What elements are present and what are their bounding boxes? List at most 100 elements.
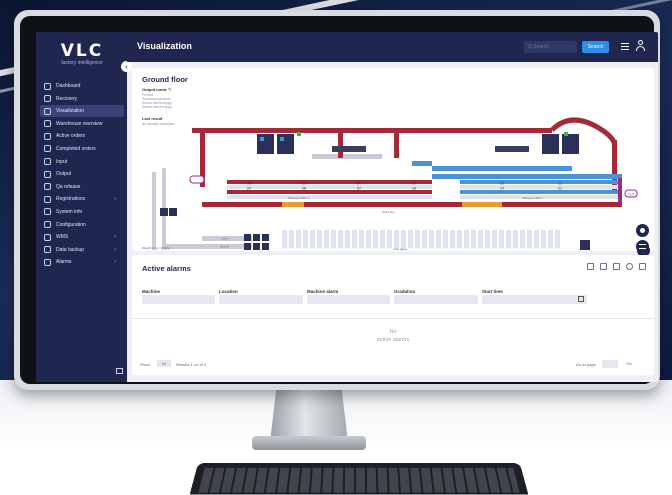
exit-gate [394,230,399,248]
conveyor-segment [312,154,382,159]
topbar: Visualization Search [127,32,658,62]
filter-location[interactable] [219,295,303,304]
alarms-title: Active alarms [142,264,191,273]
storage-slot [227,190,432,194]
list-icon[interactable] [613,263,620,270]
exit-gate [345,230,350,248]
page-size-select[interactable]: 10 [157,360,171,367]
sidebar-item-wms[interactable]: WMS › [40,231,124,243]
sidebar-item-visualization[interactable]: Visualization [40,105,124,118]
grid-icon [44,82,51,90]
exit-gate [534,230,539,248]
svg-text:Storage buffer 2: Storage buffer 2 [288,196,310,200]
col-machine: Machine [142,289,161,294]
sidebar-item-registrations[interactable]: Registrations › [40,193,124,205]
alarm-icon [44,258,51,266]
exit-gate [352,230,357,248]
alarm-toolbar [587,263,646,270]
empty-state: active alarms [376,337,410,343]
sidebar-item-completed-orders[interactable]: Completed orders [40,143,124,155]
logo-subtitle: factory intelligence [61,60,103,66]
exit-gates [282,230,560,248]
conveyor-blue [432,174,622,179]
floor-panel: Ground floor Output mode ✎ Product Provi… [132,68,654,257]
machine-2 [277,134,294,154]
logo-text: VLC [60,41,104,61]
output-icon [44,170,51,178]
conveyor-vertical [338,132,343,158]
sidebar-collapse-button[interactable]: ‹ [121,61,132,72]
conveyor-curve [550,117,617,149]
menu-icon[interactable] [621,43,629,50]
sidebar-item-label: Qa release [56,183,81,190]
page-title: Visualization [137,41,192,51]
filter-machine-alarm[interactable] [307,295,390,304]
sidebar-item-recovery[interactable]: Recovery [40,93,124,105]
expand-icon[interactable] [639,263,646,270]
sidebar-item-label: Alarms [56,259,72,266]
list-icon [44,195,51,203]
monitor: VLC factory intelligence Dashboard Recove… [14,10,660,390]
columns-icon[interactable] [600,263,607,270]
search-input[interactable] [524,41,577,53]
list-view-button[interactable] [636,240,649,253]
sidebar-nav: Dashboard Recovery Visualization Warehouse … [40,80,124,269]
entry-line [202,202,622,207]
show-label: Show [140,362,151,367]
col-machine-alarm: Machine alarm [307,289,339,294]
info-icon [44,208,51,216]
sidebar-item-label: Active orders [56,133,86,140]
machine-3 [542,134,559,154]
goto-page-input[interactable] [602,360,618,368]
slot-value: 51 [412,182,416,186]
exit-gate [548,230,553,248]
exit-gate [338,230,343,248]
go-button[interactable]: Go [622,360,636,368]
search-button[interactable]: Search [582,41,609,53]
machine-label-box [495,146,529,152]
svg-text:Storage buffer 1: Storage buffer 1 [522,196,544,200]
exit-gate [415,230,420,248]
filter-machine[interactable] [142,295,215,304]
col-gradation: Gradation [394,289,416,294]
col-start-time: Start time [482,289,503,294]
sidebar-item-warehouse-overview[interactable]: Warehouse overview [40,118,124,130]
slot-value: 21 [558,187,562,191]
sidebar-item-qa-release[interactable]: Qa release [40,181,124,193]
shuttle [169,208,177,216]
sidebar-item-system-info[interactable]: System info [40,206,124,218]
slot-value: 34 [357,182,361,186]
sidebar-item-label: Visualization [56,108,84,115]
sidebar-item-label: WMS [56,234,69,241]
svg-text:Exit gates: Exit gates [394,247,408,251]
sidebar-item-alarms[interactable]: Alarms › [40,256,124,268]
qa-icon [44,183,51,191]
sidebar-item-data-backup[interactable]: Data backup › [40,244,124,256]
keyboard [189,463,529,495]
exit-gate [492,230,497,248]
slot-value: 24 [500,187,504,191]
sidebar-item-active-orders[interactable]: Active orders [40,130,124,142]
exit-gate [373,230,378,248]
sidebar-item-input[interactable]: Input [40,156,124,168]
exit-gate [464,230,469,248]
filter-icon[interactable] [587,263,594,270]
collapse-panel-icon[interactable] [116,368,123,374]
refresh-icon[interactable] [626,263,633,270]
exit-gate [527,230,532,248]
user-icon[interactable] [636,40,645,53]
machine-4 [562,134,579,154]
monitor-stand [270,390,348,442]
sidebar-item-label: Registrations [56,196,86,203]
sidebar-item-configuration[interactable]: Configuration [40,219,124,231]
sidebar-item-label: Input [56,158,68,165]
layers-button[interactable] [636,224,649,237]
sidebar-item-output[interactable]: Output [40,168,124,180]
sidebar-item-label: Output [56,171,72,178]
filter-start-time[interactable] [482,295,587,304]
exit-gate [310,230,315,248]
calendar-icon[interactable] [578,296,584,302]
slot-value: 35 [302,182,306,186]
sidebar-item-dashboard[interactable]: Dashboard [40,80,124,92]
filter-gradation[interactable] [394,295,478,304]
